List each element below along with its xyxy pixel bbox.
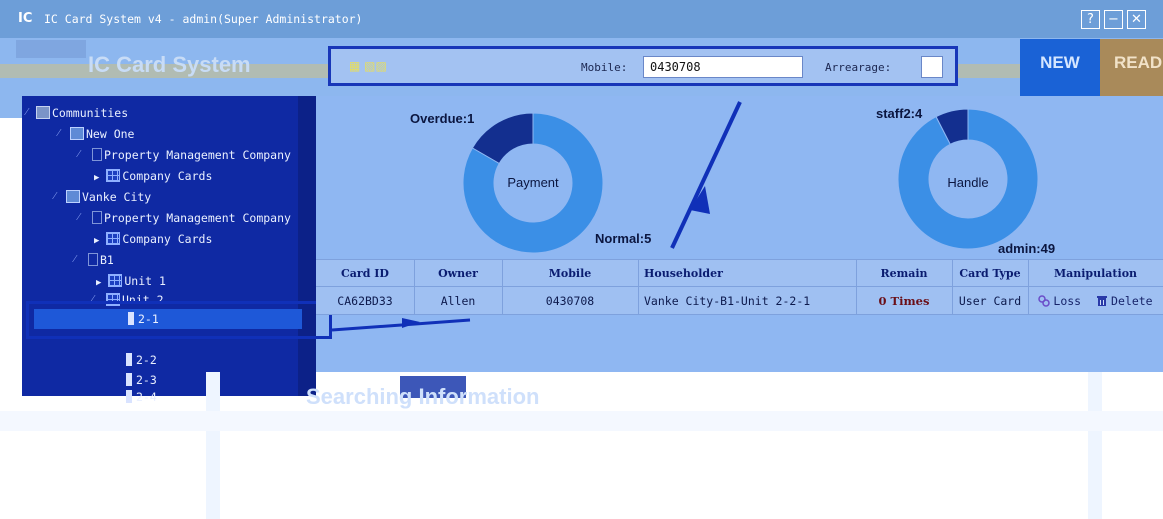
arrearage-label: Arrearage: xyxy=(825,61,892,74)
column-header-mobile[interactable]: Mobile xyxy=(502,260,638,288)
expand-arrow-icon[interactable]: ▶ xyxy=(94,236,99,246)
tree-item-label: 2-4 xyxy=(136,390,157,404)
tree-item-property-management[interactable]: ⁄ Property Management Company xyxy=(78,146,291,164)
column-divider xyxy=(502,259,503,315)
column-divider xyxy=(952,259,953,315)
title-bar: IC IC Card System v4 - admin(Super Admin… xyxy=(0,0,1163,38)
delete-label: Delete xyxy=(1111,294,1153,308)
delete-link[interactable]: Delete xyxy=(1096,294,1153,308)
tree-item-label: New One xyxy=(86,127,135,141)
normal-data-label: Normal:5 xyxy=(595,231,652,246)
payment-chart-title: Payment xyxy=(507,175,559,190)
loss-link[interactable]: Loss xyxy=(1038,294,1088,308)
column-divider xyxy=(1028,259,1029,315)
read-button[interactable]: READ xyxy=(1100,39,1163,97)
tree-item-label: Property Management Company xyxy=(104,148,291,162)
handle-chart-title: Handle xyxy=(947,175,989,190)
tree-item-new-one[interactable]: ⁄ New One xyxy=(58,125,135,143)
householder-cell: Vanke City-B1-Unit 2-2-1 xyxy=(644,294,811,308)
community-tree: ⁄ Communities ⁄ New One ⁄ Property Manageme… xyxy=(22,96,316,404)
tree-item-communities[interactable]: ⁄ Communities xyxy=(26,104,129,122)
overdue-data-label: Overdue:1 xyxy=(410,111,475,126)
close-button[interactable]: ✕ xyxy=(1127,10,1146,29)
staff2-data-label: staff2:4 xyxy=(876,106,923,121)
tree-item-vanke-city[interactable]: ⁄ Vanke City xyxy=(54,188,152,206)
expand-arrow-icon[interactable]: ▶ xyxy=(96,278,101,288)
column-divider xyxy=(856,259,857,315)
building-icon xyxy=(92,148,102,161)
grid-icon xyxy=(108,274,123,287)
column-divider xyxy=(638,259,639,315)
column-header-owner[interactable]: Owner xyxy=(414,260,502,288)
room-icon xyxy=(126,373,132,386)
background-column xyxy=(1088,372,1102,519)
grid-icon xyxy=(106,169,121,182)
loss-label: Loss xyxy=(1053,294,1082,308)
column-divider xyxy=(414,259,415,315)
card-type-cell: User Card xyxy=(958,294,1022,308)
minimize-button[interactable]: − xyxy=(1104,10,1123,29)
tree-item-b1[interactable]: ⁄ B1 xyxy=(74,251,114,269)
new-button[interactable]: NEW xyxy=(1020,39,1100,97)
remain-cell: 0 Times xyxy=(878,294,930,308)
loss-icon xyxy=(1038,295,1051,307)
admin-data-label: admin:49 xyxy=(998,241,1056,256)
tree-item-company-cards[interactable]: ▶ Company Cards xyxy=(94,167,212,185)
search-filter-icon[interactable]: ▦ ▧▨ xyxy=(349,59,387,73)
building-icon xyxy=(92,211,102,224)
column-header-manipulation: Manipulation xyxy=(1053,267,1138,280)
room-icon xyxy=(126,353,132,366)
room-icon xyxy=(126,390,132,403)
header-logo-icon xyxy=(16,40,86,58)
column-header-remain[interactable]: Remain xyxy=(856,260,952,288)
app-logo: IC xyxy=(18,11,33,26)
tree-item-label: 2-3 xyxy=(136,373,157,387)
search-bar: ▦ ▧▨ Mobile: 0430708 Arrearage: xyxy=(328,46,958,86)
building-icon xyxy=(88,253,98,266)
background-row xyxy=(0,411,1163,431)
tree-item-room[interactable]: 2-4 xyxy=(126,388,157,406)
tree-item-property-management[interactable]: ⁄ Property Management Company xyxy=(78,209,291,227)
tree-item-label: Communities xyxy=(52,106,129,120)
help-button[interactable]: ? xyxy=(1081,10,1100,29)
tree-item-label: 2-2 xyxy=(136,353,157,367)
column-header-card-id[interactable]: Card ID xyxy=(316,260,414,288)
mobile-label: Mobile: xyxy=(581,61,628,74)
tree-item-label: Unit 1 xyxy=(124,274,166,288)
window-title: IC Card System v4 - admin(Super Administ… xyxy=(44,12,363,26)
table-row[interactable]: CA62BD33 Allen 0430708 Vanke City-B1-Uni… xyxy=(316,259,1163,315)
manipulation-cell: Loss Delete xyxy=(1028,287,1163,315)
background-column xyxy=(206,372,220,519)
column-header-householder[interactable]: Householder xyxy=(638,260,856,288)
mobile-field[interactable]: 0430708 xyxy=(643,56,803,78)
column-header-card-type[interactable]: Card Type xyxy=(952,260,1028,288)
tree-item-room[interactable]: 2-2 xyxy=(126,351,157,369)
mobile-cell: 0430708 xyxy=(545,294,595,308)
owner-cell: Allen xyxy=(440,294,476,308)
arrearage-field[interactable] xyxy=(921,56,943,78)
expand-arrow-icon[interactable]: ▶ xyxy=(94,173,99,183)
tree-item-room[interactable]: 2-3 xyxy=(126,371,157,389)
tree-scrollbar[interactable] xyxy=(298,96,316,396)
tree-item-company-cards[interactable]: ▶ Company Cards xyxy=(94,230,212,248)
tree-item-unit-1[interactable]: ▶ Unit 1 xyxy=(96,272,166,290)
house-icon xyxy=(70,127,84,140)
tree-item-label: Vanke City xyxy=(82,190,152,204)
table-header-row: Card ID Owner Mobile Householder Remain … xyxy=(316,259,1163,287)
tree-item-label: Company Cards xyxy=(122,232,213,246)
searching-watermark: Searching Information xyxy=(306,384,540,409)
grid-icon xyxy=(106,232,121,245)
card-id-cell: CA62BD33 xyxy=(337,294,393,308)
communities-icon xyxy=(36,106,50,119)
tree-item-label: B1 xyxy=(100,253,114,267)
tree-item-label: Property Management Company xyxy=(104,211,291,225)
trash-icon xyxy=(1097,296,1108,306)
house-icon xyxy=(66,190,80,203)
app-title: IC Card System xyxy=(88,52,251,77)
annotation-highlight-box xyxy=(26,301,332,339)
tree-item-label: Company Cards xyxy=(122,169,213,183)
